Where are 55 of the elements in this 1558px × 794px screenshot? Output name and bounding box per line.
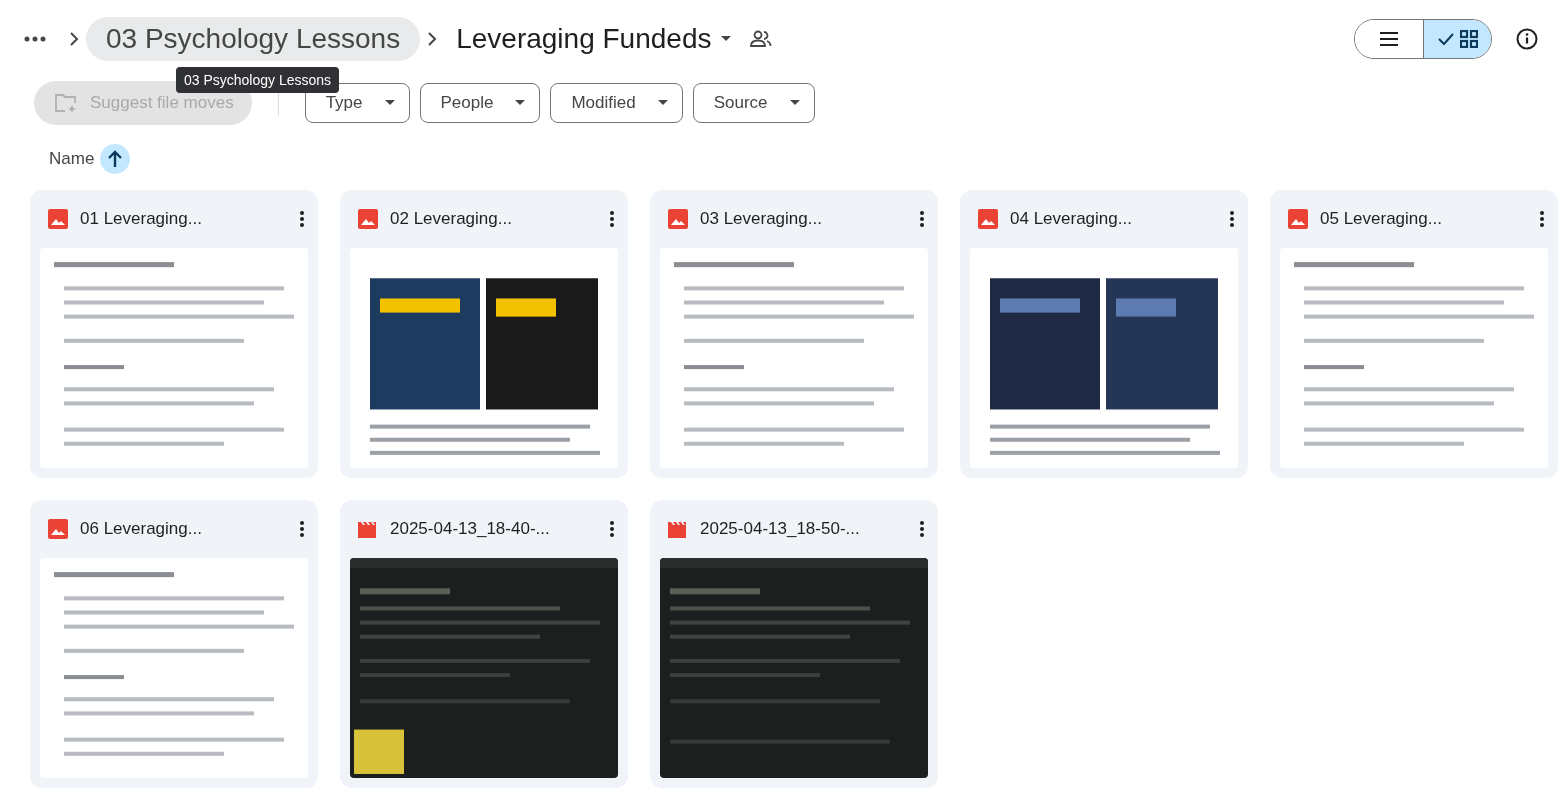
caret-icon xyxy=(384,100,395,106)
caret-icon xyxy=(515,100,526,106)
sort-direction-button[interactable] xyxy=(100,144,131,174)
more-icon[interactable] xyxy=(24,36,46,42)
image-icon xyxy=(48,519,68,539)
folder-title[interactable]: Leveraging Fundeds xyxy=(444,23,744,55)
file-card[interactable]: 04 Leveraging... xyxy=(960,190,1248,478)
more-vert-icon xyxy=(610,211,614,227)
file-name: 01 Leveraging... xyxy=(80,209,203,229)
check-icon xyxy=(1437,33,1454,45)
file-card[interactable]: 05 Leveraging... xyxy=(1270,190,1558,478)
grid-icon xyxy=(1459,30,1478,48)
more-vert-icon xyxy=(920,521,924,537)
file-card[interactable]: 2025-04-13_18-40-... xyxy=(340,500,628,788)
more-vert-icon xyxy=(610,521,614,537)
image-icon xyxy=(978,209,998,229)
more-vert-icon xyxy=(300,521,304,537)
file-card[interactable]: 06 Leveraging... xyxy=(30,500,318,788)
file-name: 04 Leveraging... xyxy=(1010,209,1133,229)
file-name: 06 Leveraging... xyxy=(80,519,203,539)
arrow-up-icon xyxy=(107,150,124,168)
file-card[interactable]: 02 Leveraging... xyxy=(340,190,628,478)
caret-icon xyxy=(657,100,668,106)
file-card[interactable]: 01 Leveraging... xyxy=(30,190,318,478)
file-card[interactable]: 2025-04-13_18-50-... xyxy=(650,500,938,788)
filter-chip[interactable]: People xyxy=(419,83,541,123)
file-card[interactable]: 03 Leveraging... xyxy=(650,190,938,478)
chevron-icon xyxy=(426,30,439,48)
more-vert-icon xyxy=(920,211,924,227)
more-vert-icon xyxy=(1230,211,1234,227)
more-vert-icon xyxy=(1540,211,1544,227)
file-name: 2025-04-13_18-40-... xyxy=(390,519,551,539)
file-name: 05 Leveraging... xyxy=(1320,209,1443,229)
film-icon xyxy=(668,520,688,538)
filter-chip[interactable]: Source xyxy=(692,83,815,123)
more-vert-icon xyxy=(300,211,304,227)
info-icon xyxy=(1516,28,1538,50)
file-name: 02 Leveraging... xyxy=(390,209,513,229)
chevron-icon xyxy=(68,30,80,48)
grid-view-button[interactable] xyxy=(1423,20,1491,58)
image-icon xyxy=(48,209,68,229)
file-name: 03 Leveraging... xyxy=(700,209,823,229)
image-icon xyxy=(358,209,378,229)
folder-icon xyxy=(54,93,78,113)
image-icon xyxy=(1288,209,1308,229)
sort-label: Name xyxy=(49,149,95,169)
image-icon xyxy=(668,209,688,229)
tooltip: 03 Psychology Lessons xyxy=(176,67,340,93)
breadcrumb-link[interactable]: 03 Psychology Lessons xyxy=(86,17,421,61)
filter-chip[interactable]: Modified xyxy=(550,83,683,123)
caret-icon xyxy=(789,100,800,106)
caret-icon xyxy=(721,36,732,42)
list-icon xyxy=(1380,32,1398,46)
file-name: 2025-04-13_18-50-... xyxy=(700,519,861,539)
film-icon xyxy=(358,520,378,538)
